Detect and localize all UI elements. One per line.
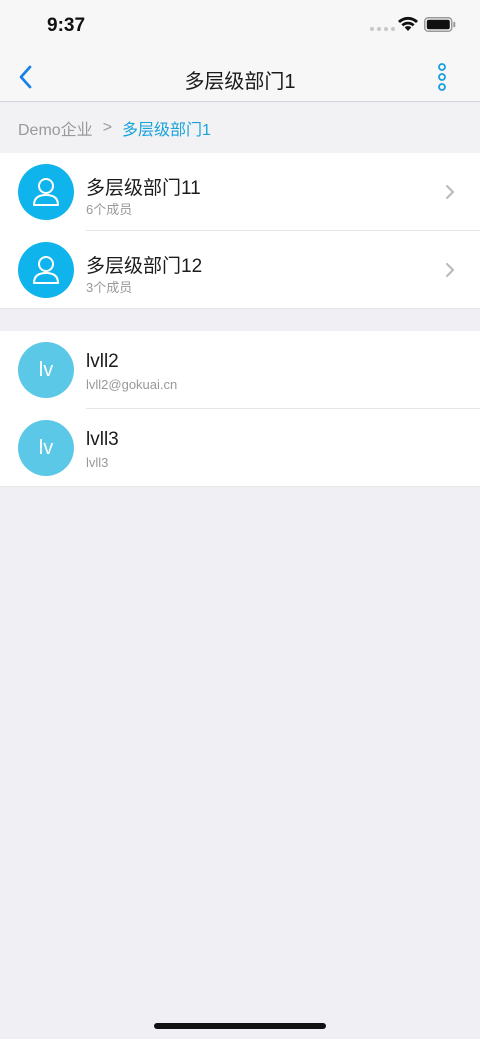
cellular-signal-icon (370, 27, 395, 31)
wifi-icon (398, 16, 418, 31)
member-avatar: lv (18, 342, 74, 398)
divider (0, 486, 480, 487)
department-row[interactable]: 多层级部门12 3个成员 (0, 231, 480, 309)
department-avatar (18, 242, 74, 298)
department-avatar (18, 164, 74, 220)
home-indicator[interactable] (154, 1023, 326, 1029)
breadcrumb-separator: > (102, 119, 113, 136)
member-name: lvll3 (86, 429, 119, 450)
more-options-button[interactable] (430, 62, 454, 92)
department-row[interactable]: 多层级部门11 6个成员 (0, 153, 480, 231)
member-email: lvll2@gokuai.cn (86, 377, 178, 392)
breadcrumb: Demo企业 > 多层级部门1 (0, 103, 480, 153)
member-list: lv lvll2 lvll2@gokuai.cn lv lvll3 lvll3 (0, 331, 480, 487)
member-row[interactable]: lv lvll2 lvll2@gokuai.cn (0, 331, 480, 409)
member-row[interactable]: lv lvll3 lvll3 (0, 409, 480, 487)
battery-icon (424, 17, 456, 32)
navigation-bar: 多层级部门1 (0, 52, 480, 102)
member-avatar: lv (18, 420, 74, 476)
department-name: 多层级部门12 (86, 256, 203, 277)
member-count: 3个成员 (86, 280, 133, 295)
member-email: lvll3 (86, 455, 109, 470)
page-title: 多层级部门1 (184, 71, 296, 93)
department-name: 多层级部门11 (86, 178, 201, 199)
member-count: 6个成员 (86, 202, 133, 217)
breadcrumb-current: 多层级部门1 (122, 122, 211, 139)
breadcrumb-root[interactable]: Demo企业 (18, 116, 93, 140)
member-name: lvll2 (86, 351, 119, 372)
more-vertical-icon (438, 63, 446, 91)
status-bar: 9:37 (0, 0, 480, 52)
divider (0, 308, 480, 309)
status-time: 9:37 (47, 15, 86, 36)
chevron-right-icon (446, 263, 454, 277)
person-icon (33, 256, 59, 284)
person-icon (33, 178, 59, 206)
chevron-right-icon (446, 185, 454, 199)
department-list: 多层级部门11 6个成员 多层级部门12 3个成员 (0, 153, 480, 309)
